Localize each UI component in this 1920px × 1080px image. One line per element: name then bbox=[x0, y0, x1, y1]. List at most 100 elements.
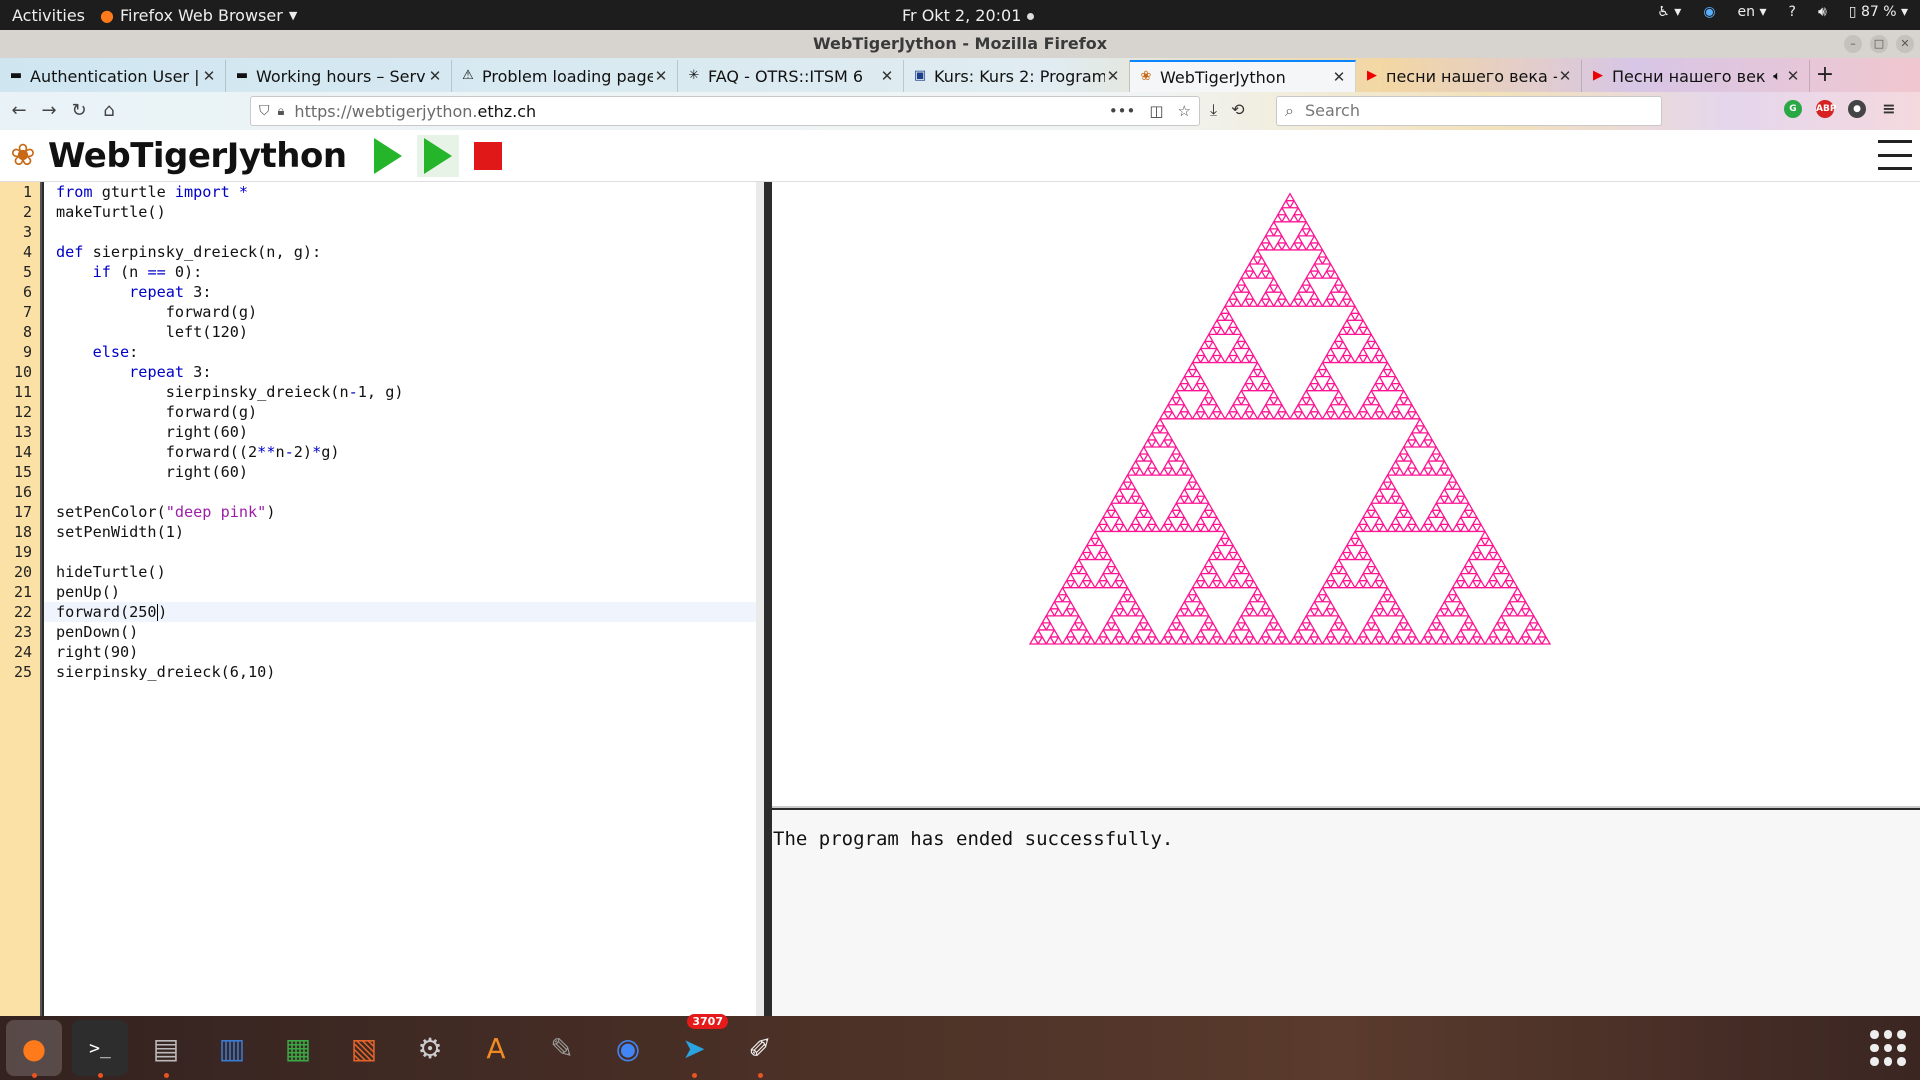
code-line[interactable]: penDown() bbox=[44, 622, 756, 642]
close-window-button[interactable]: ✕ bbox=[1896, 35, 1914, 53]
page-actions-icon[interactable]: ••• bbox=[1109, 102, 1136, 120]
code-line[interactable]: forward(g) bbox=[44, 402, 756, 422]
impress-dock-icon[interactable]: ▧ bbox=[336, 1020, 392, 1076]
accessibility-icon[interactable]: ♿ ▾ bbox=[1657, 4, 1681, 20]
code-line[interactable]: repeat 3: bbox=[44, 362, 756, 382]
line-number: 12 bbox=[13, 403, 32, 421]
code-line[interactable]: repeat 3: bbox=[44, 282, 756, 302]
step-run-button[interactable] bbox=[416, 134, 459, 177]
activities-button[interactable]: Activities bbox=[0, 6, 100, 25]
clock[interactable]: Fr Okt 2, 20:01 bbox=[902, 6, 1035, 25]
app-menu[interactable]: ● Firefox Web Browser ▼ bbox=[100, 6, 297, 25]
calc-dock-icon[interactable]: ▦ bbox=[270, 1020, 326, 1076]
code-line[interactable]: sierpinsky_dreieck(6,10) bbox=[44, 662, 756, 682]
code-line[interactable]: if (n == 0): bbox=[44, 262, 756, 282]
stop-button[interactable] bbox=[467, 135, 509, 177]
files-dock-icon[interactable]: ▤ bbox=[138, 1020, 194, 1078]
shield-icon[interactable]: ⛉ bbox=[259, 103, 270, 119]
settings-dock-icon[interactable]: ⚙ bbox=[402, 1020, 458, 1076]
gimp-dock-icon[interactable]: ✎ bbox=[534, 1020, 590, 1076]
code-line[interactable]: sierpinsky_dreieck(n-1, g) bbox=[44, 382, 756, 402]
volume-icon[interactable]: 🔊︎ bbox=[1818, 4, 1827, 20]
line-number: 1 bbox=[22, 183, 32, 201]
line-number: 16 bbox=[13, 483, 32, 501]
close-tab-icon[interactable]: ✕ bbox=[879, 67, 895, 85]
adblock-icon[interactable]: ABP bbox=[1816, 100, 1836, 118]
code-line[interactable]: penUp() bbox=[44, 582, 756, 602]
line-number-gutter: 1 2 3 4 5 6 7 8 9 10 11 12 13 14 15 16 17 18 19 20 21 22 23 24 2… bbox=[0, 182, 42, 1016]
maximize-button[interactable]: □ bbox=[1870, 35, 1888, 53]
tab-youtube-1[interactable]: ▶ песни нашего века - Y ✕ bbox=[1356, 60, 1582, 92]
current-code-line[interactable]: forward(250) bbox=[44, 602, 756, 622]
search-input[interactable]: ⌕ Search bbox=[1276, 96, 1662, 126]
tab-working-hours[interactable]: ▬ Working hours – Servic ✕ bbox=[226, 60, 452, 92]
code-line[interactable]: forward(g) bbox=[44, 302, 756, 322]
app-header: ❀ WebTigerJython bbox=[0, 130, 1920, 182]
text-editor-dock-icon[interactable]: ✐ bbox=[732, 1020, 788, 1078]
tab-title: FAQ - OTRS::ITSM 6 bbox=[708, 66, 864, 86]
pocket-icon[interactable]: ◫ bbox=[1149, 102, 1163, 120]
close-tab-icon[interactable]: ✕ bbox=[1785, 67, 1801, 85]
speaker-icon[interactable]: 🔈︎ bbox=[1773, 69, 1781, 84]
menu-bar-line bbox=[1878, 167, 1912, 170]
back-icon[interactable]: ← bbox=[4, 96, 34, 126]
menu-icon[interactable]: ≡ bbox=[1880, 100, 1898, 118]
close-tab-icon[interactable]: ✕ bbox=[427, 67, 443, 85]
code-line[interactable]: hideTurtle() bbox=[44, 562, 756, 582]
help-icon[interactable]: ? bbox=[1789, 4, 1796, 20]
code-line[interactable] bbox=[44, 222, 756, 242]
tab-authentication[interactable]: ▬ Authentication User | I ✕ bbox=[0, 60, 226, 92]
hamburger-menu-button[interactable] bbox=[1878, 140, 1912, 170]
tab-faq[interactable]: ✳ FAQ - OTRS::ITSM 6 ✕ bbox=[678, 60, 904, 92]
code-line[interactable]: makeTurtle() bbox=[44, 202, 756, 222]
code-line[interactable] bbox=[44, 482, 756, 502]
code-line[interactable]: def sierpinsky_dreieck(n, g): bbox=[44, 242, 756, 262]
close-tab-icon[interactable]: ✕ bbox=[653, 67, 669, 85]
tab-youtube-2[interactable]: ▶ Песни нашего век 🔈︎ ✕ bbox=[1582, 60, 1810, 92]
code-line[interactable]: from gturtle import * bbox=[44, 182, 756, 202]
home-icon[interactable]: ⌂ bbox=[94, 96, 124, 126]
tab-kurs[interactable]: ▣ Kurs: Kurs 2: Programr ✕ bbox=[904, 60, 1130, 92]
url-bar[interactable]: ⛉ 🔒︎ https://webtigerjython.ethz.ch ••• … bbox=[250, 96, 1200, 126]
run-button[interactable] bbox=[367, 135, 409, 177]
tab-problem-loading[interactable]: ⚠ Problem loading page ✕ bbox=[452, 60, 678, 92]
account-icon[interactable]: ● bbox=[1848, 100, 1866, 118]
writer-dock-icon[interactable]: ▥ bbox=[204, 1020, 260, 1076]
download-icon[interactable]: ⤓ bbox=[1210, 100, 1217, 120]
url-prefix: https://webtigerjython. bbox=[294, 101, 478, 121]
lock-icon[interactable]: 🔒︎ bbox=[278, 104, 285, 119]
show-applications-button[interactable] bbox=[1870, 1030, 1906, 1066]
code-line[interactable]: left(120) bbox=[44, 322, 756, 342]
close-tab-icon[interactable]: ✕ bbox=[1105, 67, 1121, 85]
bookmark-star-icon[interactable]: ☆ bbox=[1178, 102, 1191, 120]
language-selector[interactable]: en ▾ bbox=[1738, 4, 1767, 20]
otrs-icon: ▬ bbox=[9, 68, 23, 83]
software-center-dock-icon[interactable]: A bbox=[468, 1020, 524, 1076]
reload-icon[interactable]: ↻ bbox=[64, 96, 94, 126]
forward-icon[interactable]: → bbox=[34, 96, 64, 126]
battery-indicator[interactable]: ▯ 87 % ▾ bbox=[1849, 4, 1908, 20]
code-line[interactable]: right(60) bbox=[44, 422, 756, 442]
terminal-dock-icon[interactable]: >_ bbox=[72, 1020, 128, 1078]
code-line[interactable]: else: bbox=[44, 342, 756, 362]
code-line[interactable] bbox=[44, 542, 756, 562]
code-line[interactable]: setPenWidth(1) bbox=[44, 522, 756, 542]
close-tab-icon[interactable]: ✕ bbox=[1557, 67, 1573, 85]
code-line[interactable]: setPenColor("deep pink") bbox=[44, 502, 756, 522]
code-line[interactable]: forward((2**n-2)*g) bbox=[44, 442, 756, 462]
chrome-dock-icon[interactable]: ◉ bbox=[600, 1020, 656, 1076]
code-editor[interactable]: from gturtle import * makeTurtle() def s… bbox=[44, 182, 764, 1016]
extension-green-icon[interactable]: G bbox=[1784, 100, 1802, 118]
telegram-dock-icon[interactable]: ➤ 3707 bbox=[666, 1014, 728, 1078]
new-tab-button[interactable]: + bbox=[1810, 60, 1840, 92]
network-icon[interactable]: ◉ bbox=[1703, 4, 1715, 20]
close-tab-icon[interactable]: ✕ bbox=[201, 67, 217, 85]
grid-dot bbox=[1897, 1043, 1906, 1053]
tab-webtigerjython[interactable]: ❀ WebTigerJython ✕ bbox=[1130, 60, 1356, 92]
history-icon[interactable]: ⟲ bbox=[1231, 100, 1244, 120]
firefox-dock-icon[interactable]: ● bbox=[6, 1020, 62, 1078]
code-line[interactable]: right(90) bbox=[44, 642, 756, 662]
minimize-button[interactable]: – bbox=[1844, 35, 1862, 53]
code-line[interactable]: right(60) bbox=[44, 462, 756, 482]
close-tab-icon[interactable]: ✕ bbox=[1331, 68, 1347, 86]
